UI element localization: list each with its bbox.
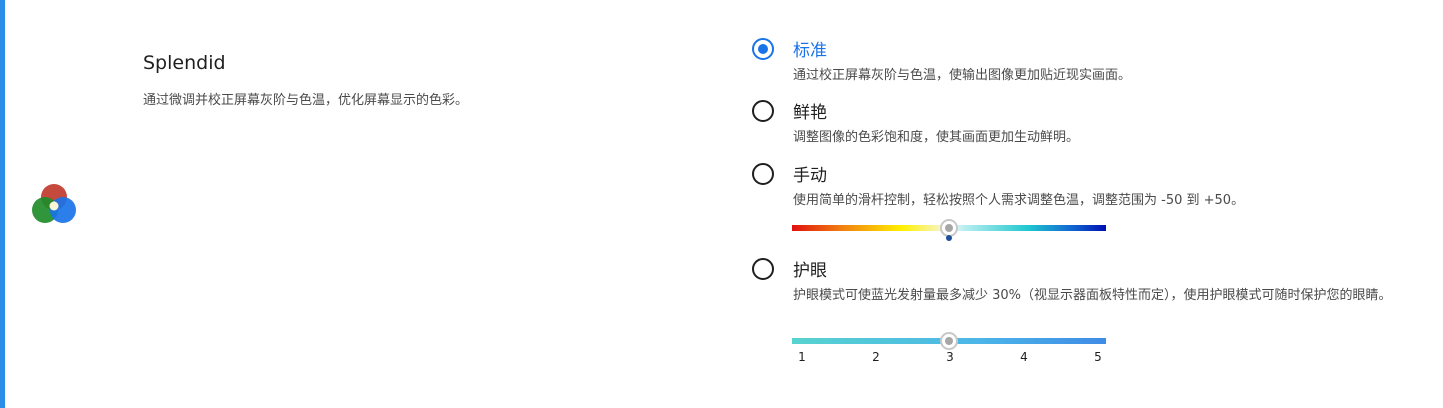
- option-vivid-description: 调整图像的色彩饱和度，使其画面更加生动鲜明。: [793, 130, 1080, 145]
- eye-care-tick-label: 4: [1020, 350, 1028, 364]
- option-eye-care-label[interactable]: 护眼: [793, 256, 827, 281]
- eye-care-tick-label: 1: [798, 350, 806, 364]
- color-circles-icon: [32, 184, 76, 223]
- option-vivid-label[interactable]: 鲜艳: [793, 98, 827, 123]
- eye-care-level-slider[interactable]: 1 2 3 4 5: [792, 332, 1106, 364]
- radio-eye-care[interactable]: [752, 258, 774, 280]
- color-temperature-slider[interactable]: [792, 219, 1106, 241]
- section-title: Splendid: [143, 52, 226, 74]
- option-standard-description: 通过校正屏幕灰阶与色温，使输出图像更加贴近现实画面。: [793, 68, 1132, 83]
- eye-care-tick-label: 5: [1094, 350, 1102, 364]
- eye-care-tick-label: 2: [872, 350, 880, 364]
- eye-care-tick-label: 3: [946, 350, 954, 364]
- option-manual-description: 使用简单的滑杆控制，轻松按照个人需求调整色温，调整范围为 -50 到 +50。: [793, 193, 1245, 208]
- section-description: 通过微调并校正屏幕灰阶与色温，优化屏幕显示的色彩。: [143, 93, 469, 108]
- radio-standard[interactable]: [752, 38, 774, 60]
- option-eye-care-description: 护眼模式可使蓝光发射量最多减少 30%（视显示器面板特性而定），使用护眼模式可随…: [793, 288, 1392, 303]
- radio-manual[interactable]: [752, 163, 774, 185]
- radio-vivid[interactable]: [752, 100, 774, 122]
- option-standard-label[interactable]: 标准: [793, 36, 827, 61]
- eye-care-slider-thumb[interactable]: [940, 332, 958, 350]
- option-manual-label[interactable]: 手动: [793, 161, 827, 186]
- splendid-settings-page: Splendid 通过微调并校正屏幕灰阶与色温，优化屏幕显示的色彩。 标准 通过…: [0, 0, 1443, 408]
- left-accent-bar: [0, 0, 5, 408]
- color-temperature-center-marker: [946, 235, 952, 241]
